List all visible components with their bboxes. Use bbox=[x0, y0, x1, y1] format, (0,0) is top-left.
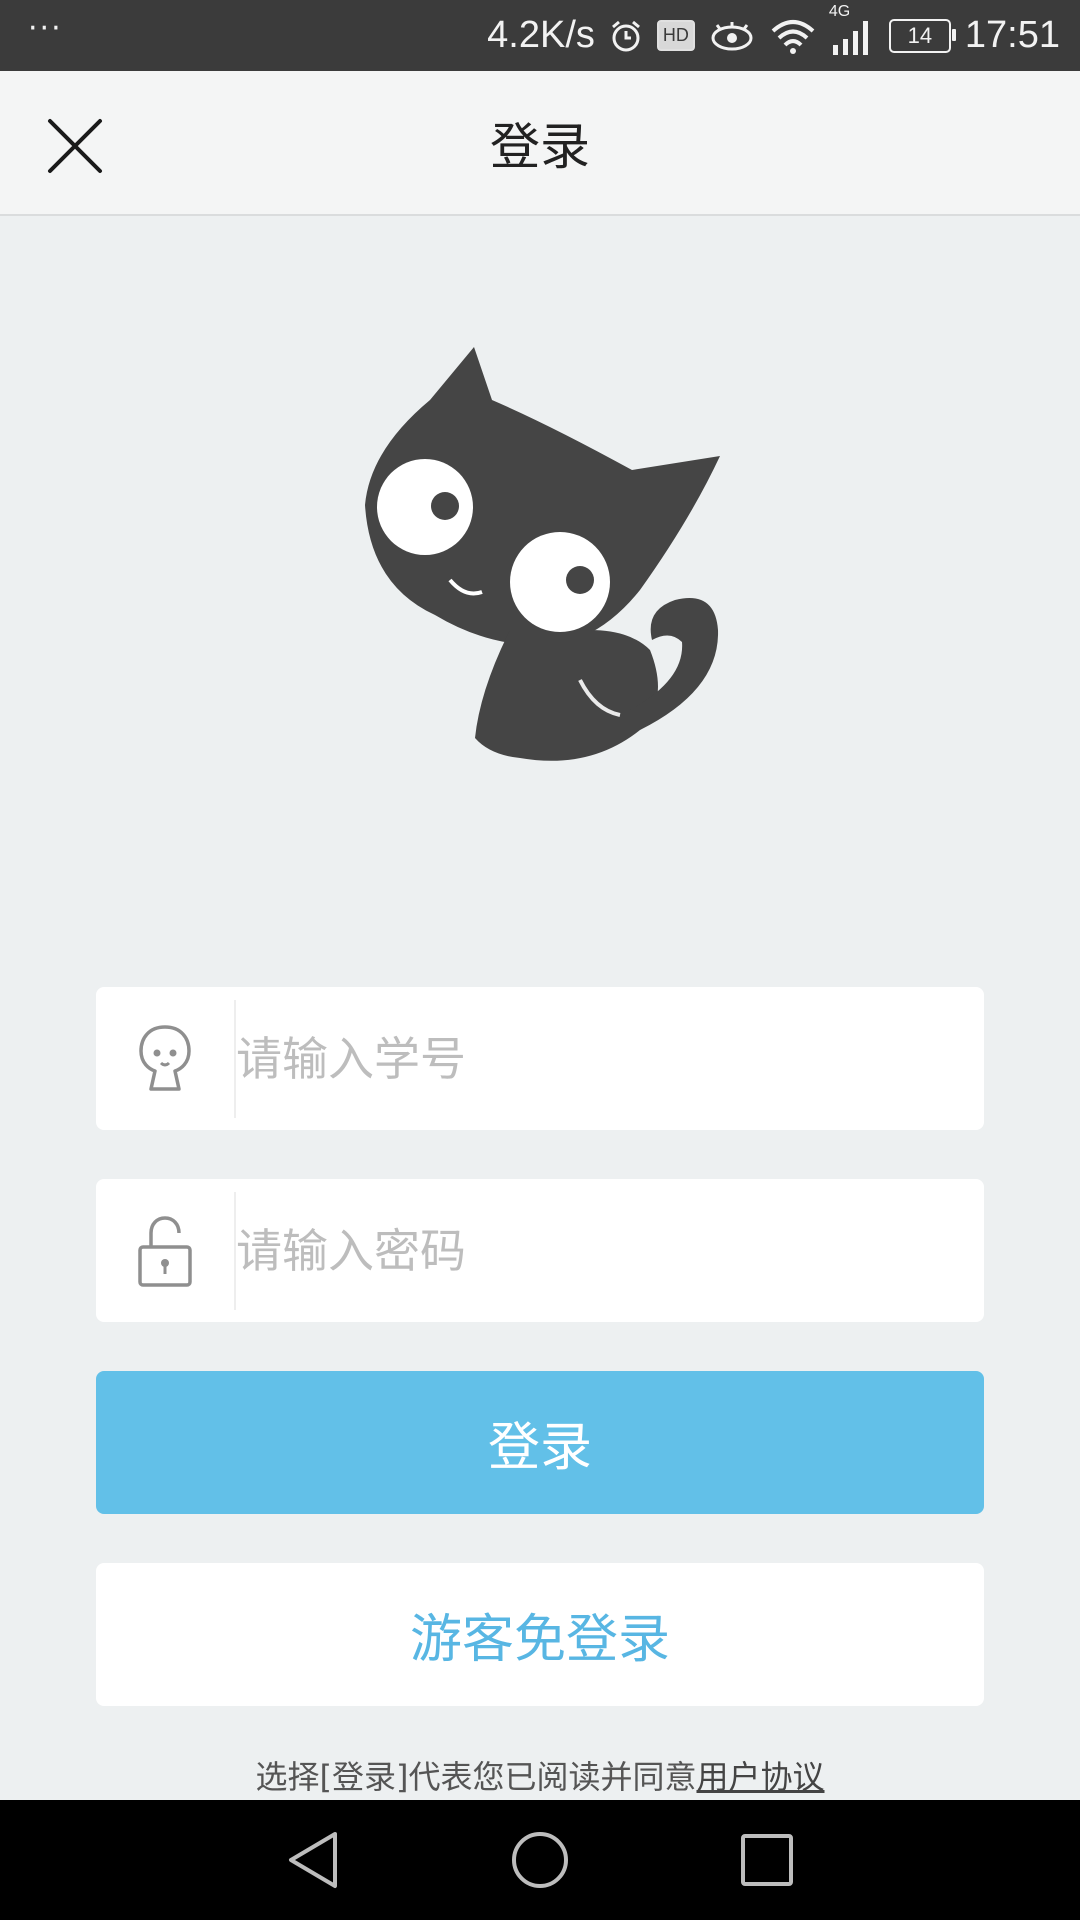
battery-level: 14 bbox=[907, 22, 933, 48]
student-id-field-container bbox=[96, 986, 984, 1131]
back-button[interactable] bbox=[263, 1810, 363, 1910]
recents-icon bbox=[740, 1834, 793, 1886]
login-button[interactable]: 登录 bbox=[96, 1371, 984, 1514]
system-nav-bar bbox=[0, 1800, 1080, 1920]
agreement-notice: 选择[登录]代表您已阅读并同意用户协议 bbox=[0, 1752, 1080, 1798]
eye-icon bbox=[709, 19, 755, 53]
alarm-icon bbox=[609, 19, 643, 53]
user-icon bbox=[96, 987, 234, 1130]
signal-icon: 4G bbox=[829, 3, 875, 55]
close-icon bbox=[48, 119, 102, 173]
password-input[interactable] bbox=[236, 1178, 984, 1323]
notification-overflow-indicator: ··· bbox=[28, 10, 63, 46]
home-button[interactable] bbox=[490, 1810, 590, 1910]
status-icons: 4.2K/s HD 4G 14 17:51 bbox=[487, 3, 1060, 57]
clock: 17:51 bbox=[964, 14, 1060, 56]
close-button[interactable] bbox=[40, 111, 110, 181]
password-field-container bbox=[96, 1178, 984, 1323]
user-agreement-link[interactable]: 用户协议 bbox=[696, 1758, 824, 1796]
battery-icon: 14 bbox=[888, 18, 956, 53]
app-header: 登录 bbox=[0, 71, 1080, 216]
back-icon bbox=[289, 1832, 338, 1888]
cat-mascot-icon bbox=[340, 330, 740, 780]
network-type: 4G bbox=[828, 2, 851, 20]
recents-button[interactable] bbox=[717, 1810, 817, 1910]
agreement-text: 选择[登录]代表您已阅读并同意 bbox=[255, 1758, 697, 1796]
network-speed: 4.2K/s bbox=[487, 14, 595, 56]
student-id-input[interactable] bbox=[236, 986, 984, 1131]
guest-login-button[interactable]: 游客免登录 bbox=[96, 1563, 984, 1706]
hd-icon: HD bbox=[656, 20, 695, 51]
home-icon bbox=[511, 1832, 568, 1888]
unlock-icon bbox=[96, 1179, 234, 1322]
wifi-icon bbox=[769, 17, 817, 55]
status-bar: ··· 4.2K/s HD 4G 14 17:51 bbox=[0, 0, 1080, 71]
page-title: 登录 bbox=[490, 117, 590, 176]
